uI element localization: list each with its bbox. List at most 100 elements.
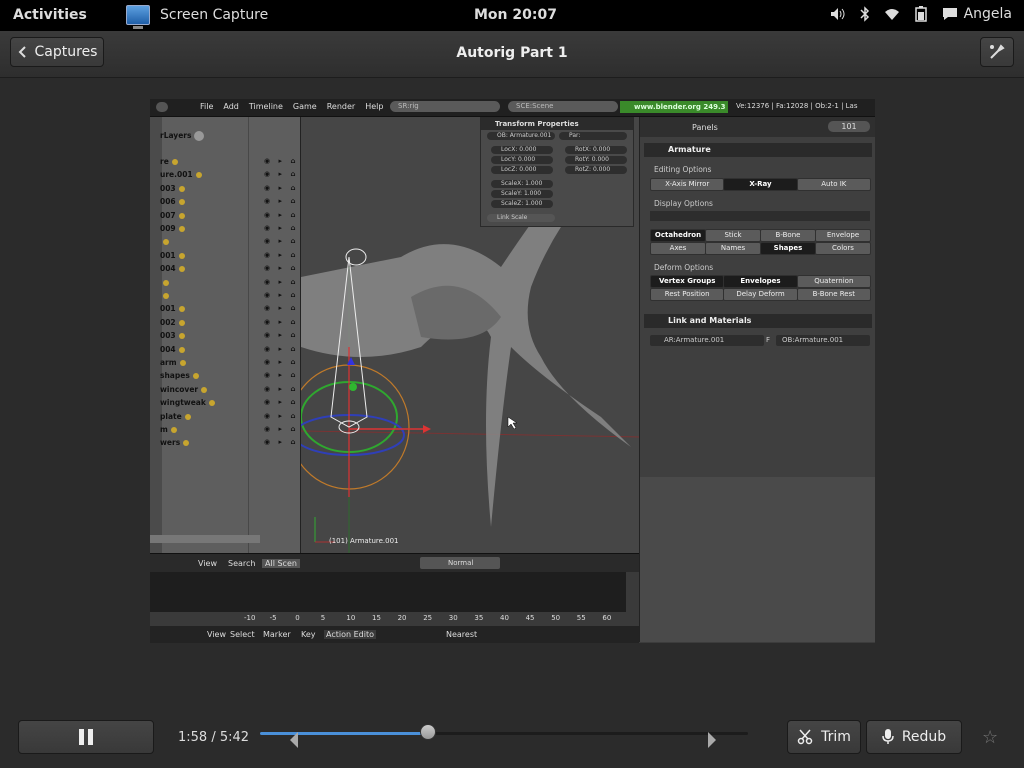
outliner-row: 004 ◉ ▸ ⌂ [160, 344, 299, 354]
outliner-row: ◉ ▸ ⌂ [160, 291, 300, 304]
blender-menu-item: Timeline [248, 102, 283, 111]
timeline-tick: 30 [448, 614, 458, 622]
envelope-button: Envelope [815, 229, 871, 242]
layer-buttons [650, 211, 870, 221]
scale-x-field: ScaleX: 1.000 [491, 180, 553, 188]
auto-ik-button: Auto IK [796, 178, 871, 191]
outliner-row: 002 ◉ ▸ ⌂ [160, 317, 299, 327]
blender-scene-field: SCE:Scene [508, 101, 618, 112]
outliner-row: 001 ◉ ▸ ⌂ [160, 304, 299, 314]
app-name: Screen Capture [160, 7, 269, 23]
octahedron-button: Octahedron [650, 229, 706, 242]
app-menu[interactable]: Screen Capture [126, 5, 269, 29]
seek-knob[interactable] [419, 724, 436, 740]
outliner-row: re ◉ ▸ ⌂ [160, 157, 299, 166]
rot-y-field: RotY: 0.000 [565, 156, 627, 164]
loc-y-field: LocY: 0.000 [491, 156, 553, 164]
outliner-row: ◉ ▸ ⌂ [160, 278, 300, 291]
timeline-ruler: -10 -5 0 5 10 15 20 25 30 35 40 45 50 55 60 [244, 612, 626, 624]
timeline-tick: 35 [474, 614, 484, 622]
outliner-row: m ◉ ▸ ⌂ [160, 425, 299, 434]
ae-marker-menu: Marker [263, 630, 291, 639]
outliner-row: plate ◉ ▸ ⌂ [160, 411, 299, 421]
outliner-row: ◉ ▸ ⌂ [160, 237, 300, 250]
player-controls: 1:58 / 5:42 Trim Redub ☆ [0, 710, 1024, 768]
user-menu[interactable]: Angela [942, 6, 1012, 22]
x-axis-mirror-button: X-Axis Mirror [650, 178, 725, 191]
names-button: Names [705, 242, 761, 255]
blender-info-icon [156, 102, 168, 112]
blender-menu-item: Add [223, 102, 239, 111]
blender-menu-item: Help [365, 102, 384, 111]
pause-icon [79, 729, 93, 745]
viewport-mode: Normal [420, 557, 500, 569]
action-editor-area [150, 572, 626, 612]
battery-icon[interactable] [914, 6, 928, 22]
timeline-tick: 45 [525, 614, 535, 622]
outliner-view-menu: View [198, 559, 217, 568]
stick-button: Stick [705, 229, 761, 242]
scale-z-field: ScaleZ: 1.000 [491, 200, 553, 208]
scissors-icon [797, 729, 813, 745]
header-bar: Captures Autorig Part 1 [0, 31, 1024, 78]
redub-label: Redub [901, 729, 947, 745]
transform-par-field: Par: [559, 132, 627, 140]
outliner-row: wincover ◉ ▸ ⌂ [160, 384, 299, 394]
editing-options-buttons: X-Axis Mirror X-Ray Auto IK [650, 178, 871, 191]
seek-progress [260, 732, 428, 735]
props-empty-area [640, 477, 875, 642]
tools-button[interactable] [980, 37, 1014, 67]
time-label: 1:58 / 5:42 [178, 730, 250, 745]
deform-row-1: Vertex Groups Envelopes Quaternion [650, 275, 871, 288]
seek-bar[interactable] [260, 732, 748, 735]
screen-capture-app-icon [126, 5, 150, 29]
quaternion-button: Quaternion [796, 275, 871, 288]
outliner-row: wers ◉ ▸ ⌂ [160, 438, 299, 448]
timeline-tick: 50 [551, 614, 561, 622]
activities-button[interactable]: Activities [13, 7, 87, 23]
timeline-tick: 0 [295, 614, 300, 622]
transform-title: Transform Properties [481, 118, 633, 130]
redub-button[interactable]: Redub [866, 720, 962, 754]
timeline-tick: 15 [372, 614, 381, 622]
display-options-label: Display Options [654, 199, 713, 208]
outliner-scrollbar [150, 535, 260, 543]
link-scale-button: Link Scale [487, 214, 555, 222]
trim-start-handle[interactable] [290, 732, 298, 748]
timeline-tick: 20 [397, 614, 407, 622]
deform-row-2: Rest Position Delay Deform B-Bone Rest [650, 288, 871, 301]
transform-ob-field: OB: Armature.001 [487, 132, 555, 140]
ae-key-menu: Key [301, 630, 316, 639]
mouse-cursor [507, 416, 518, 430]
link-materials-panel-title: Link and Materials [644, 314, 872, 328]
loc-x-field: LocX: 0.000 [491, 146, 553, 154]
ae-select-menu: Select [230, 630, 255, 639]
clock[interactable]: Mon 20:07 [474, 7, 557, 23]
star-icon[interactable]: ☆ [982, 727, 998, 748]
ae-view-menu: View [207, 630, 226, 639]
blender-menu-item: Render [326, 102, 356, 111]
outliner-search-menu: Search [228, 559, 256, 568]
viewport-footer: Normal [300, 553, 639, 573]
pause-button[interactable] [18, 720, 154, 754]
rest-position-button: Rest Position [650, 288, 725, 301]
delay-deform-button: Delay Deform [723, 288, 798, 301]
wifi-icon[interactable] [884, 7, 900, 21]
vertex-groups-button: Vertex Groups [650, 275, 725, 288]
outliner-row: arm ◉ ▸ ⌂ [160, 358, 299, 367]
outliner-row: 001 ◉ ▸ ⌂ [160, 250, 299, 260]
user-name: Angela [963, 6, 1012, 22]
envelopes-button: Envelopes [723, 275, 798, 288]
b-bone-button: B-Bone [760, 229, 816, 242]
bluetooth-icon[interactable] [860, 6, 870, 22]
volume-icon[interactable] [830, 7, 846, 21]
trim-end-handle[interactable] [708, 732, 716, 748]
timeline-tick: 5 [320, 614, 326, 622]
trim-button[interactable]: Trim [787, 720, 861, 754]
panels-label: Panels [692, 123, 718, 132]
f-label: F [766, 336, 771, 344]
timeline-tick: 60 [602, 614, 612, 622]
outliner-row: shapes ◉ ▸ ⌂ [160, 371, 299, 381]
video-frame[interactable]: File Add Timeline Game Render Help SR:ri… [150, 99, 875, 643]
rot-x-field: RotX: 0.000 [565, 146, 627, 154]
